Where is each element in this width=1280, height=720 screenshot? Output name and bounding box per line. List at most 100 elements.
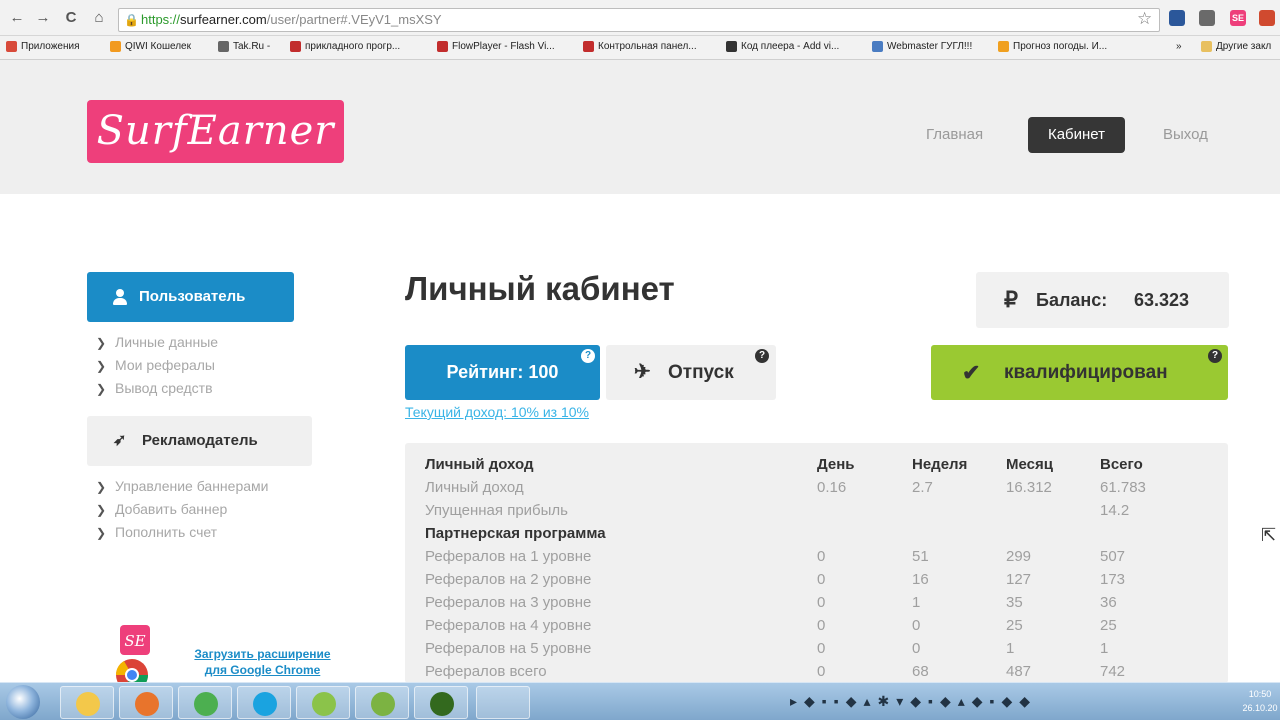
nav-logout-link[interactable]: Выход	[1163, 126, 1208, 143]
clock-date: 26.10.20	[1242, 703, 1278, 713]
help-icon[interactable]: ?	[755, 349, 769, 363]
app-icon	[492, 692, 516, 716]
advertiser-menu-button[interactable]: ➶ Рекламодатель	[87, 416, 312, 466]
rating-button[interactable]: Рейтинг: 100 ?	[405, 345, 600, 400]
other-bookmarks[interactable]: Другие закл	[1201, 41, 1271, 52]
bookmark-flowplayer[interactable]: FlowPlayer - Flash Vi...	[437, 41, 555, 52]
play-icon	[726, 41, 737, 52]
table-row: Рефералов на 5 уровне 0 0 1 1	[425, 640, 1109, 657]
user-menu-button[interactable]: Пользователь	[87, 272, 294, 322]
home-icon[interactable]: ⌂	[90, 9, 108, 27]
extension-icon[interactable]	[1169, 10, 1185, 26]
site-logo[interactable]: SurfEarner	[87, 100, 344, 163]
taskbar-app-chrome[interactable]	[237, 686, 291, 719]
current-income-link[interactable]: Текущий доход: 10% из 10%	[405, 404, 589, 420]
taskbar-app-media[interactable]	[178, 686, 232, 719]
balance-box: ₽ Баланс: 63.323	[976, 272, 1229, 328]
bookmark-apps[interactable]: Приложения	[6, 41, 80, 52]
lock-icon: 🔒	[124, 13, 139, 27]
chevron-right-icon: ❯	[96, 336, 107, 350]
chevron-right-icon: ❯	[96, 480, 107, 494]
url-path: /user/partner#.VEyV1_msXSY	[266, 12, 442, 27]
taskbar-app-skype[interactable]	[296, 686, 350, 719]
taskbar-app-7[interactable]	[476, 686, 530, 719]
chrome-icon	[253, 692, 277, 716]
bookmark-control-panel[interactable]: Контрольная панел...	[583, 41, 697, 52]
qualified-status-button[interactable]: ✔ квалифицирован ?	[931, 345, 1228, 400]
mouse-cursor-icon: ⇱	[1261, 525, 1277, 545]
bookmark-applied[interactable]: прикладного прогр...	[290, 41, 400, 52]
balance-value: 63.323	[1134, 290, 1190, 310]
rocket-icon: ➶	[113, 432, 127, 449]
skype-icon	[312, 692, 336, 716]
ruble-icon: ₽	[1004, 287, 1018, 312]
help-icon[interactable]: ?	[1208, 349, 1222, 363]
app-icon	[371, 692, 395, 716]
bookmark-webmaster[interactable]: Webmaster ГУГЛ!!!	[872, 41, 972, 52]
table-section-heading: Партнерская программа	[425, 525, 606, 542]
reload-icon[interactable]: C	[62, 9, 80, 27]
chevron-right-icon: ❯	[96, 382, 107, 396]
app-icon	[430, 692, 454, 716]
back-icon[interactable]: ←	[8, 9, 26, 27]
surfearner-extension-icon[interactable]: SE	[1230, 10, 1246, 26]
chrome-extension-icon[interactable]: SE	[110, 625, 168, 685]
sidebar-link-my-referrals[interactable]: ❯ Мои рефералы	[96, 357, 215, 373]
table-row: Рефералов на 2 уровне 0 16 127 173	[425, 571, 1126, 588]
bookmarks-bar: Приложения QIWI Кошелек Tak.Ru - приклад…	[0, 36, 1280, 60]
vacation-button[interactable]: ✈ Отпуск ?	[606, 345, 776, 400]
taskbar-app-6[interactable]	[414, 686, 468, 719]
address-bar[interactable]: 🔒 https://surfearner.com/user/partner#.VE…	[118, 8, 1160, 32]
bookmark-star-icon[interactable]: ☆	[1137, 9, 1152, 29]
bookmarks-more-icon[interactable]: »	[1176, 41, 1182, 52]
url-host: surfearner.com	[180, 12, 267, 27]
extension-icon[interactable]	[1199, 10, 1215, 26]
chrome-extension-link[interactable]: Загрузить расширение для Google Chrome	[180, 646, 345, 678]
balance-label: Баланс:	[1036, 290, 1108, 310]
adobe-icon	[290, 41, 301, 52]
clock-time: 10:50	[1248, 689, 1272, 699]
sidebar-link-add-banner[interactable]: ❯ Добавить баннер	[96, 501, 227, 517]
nav-home-link[interactable]: Главная	[926, 126, 983, 143]
chevron-right-icon: ❯	[96, 359, 107, 373]
checkmark-icon: ✔	[962, 360, 981, 385]
start-button[interactable]	[6, 685, 40, 719]
clock[interactable]: 10:50 26.10.20	[1240, 687, 1280, 715]
sidebar-link-withdraw[interactable]: ❯ Вывод средств	[96, 380, 213, 396]
forward-icon[interactable]: →	[34, 9, 52, 27]
weather-icon	[998, 41, 1009, 52]
folder-icon	[135, 692, 159, 716]
sidebar-link-manage-banners[interactable]: ❯ Управление баннерами	[96, 478, 268, 494]
taskbar-app-ie[interactable]	[60, 686, 114, 719]
table-row: Рефералов всего 0 68 487 742	[425, 663, 1126, 680]
bookmark-player-code[interactable]: Код плеера - Add vi...	[726, 41, 839, 52]
opera-icon	[583, 41, 594, 52]
help-icon[interactable]: ?	[581, 349, 595, 363]
taskbar-app-5[interactable]	[355, 686, 409, 719]
webmaster-icon	[872, 41, 883, 52]
bookmark-qiwi[interactable]: QIWI Кошелек	[110, 41, 191, 52]
user-icon	[113, 289, 127, 305]
taskbar-app-explorer[interactable]	[119, 686, 173, 719]
table-row: Рефералов на 1 уровне 0 51 299 507	[425, 548, 1126, 565]
sidebar-link-top-up[interactable]: ❯ Пополнить счет	[96, 524, 217, 540]
qiwi-icon	[110, 41, 121, 52]
chevron-right-icon: ❯	[96, 526, 107, 540]
income-table: Личный доход День Неделя Месяц Всего Лич…	[405, 443, 1228, 683]
opera-icon	[437, 41, 448, 52]
folder-icon	[1201, 41, 1212, 52]
table-row: Рефералов на 3 уровне 0 1 35 36	[425, 594, 1117, 611]
table-row: Личный доход 0.16 2.7 16.312 61.783	[425, 479, 1146, 496]
bookmark-weather[interactable]: Прогноз погоды. И...	[998, 41, 1107, 52]
nav-cabinet-link[interactable]: Кабинет	[1028, 117, 1125, 153]
system-tray-icons[interactable]: ▸◆▪▪◆▴✱▾◆▪◆▴◆▪◆◆	[790, 693, 1037, 710]
chevron-right-icon: ❯	[96, 503, 107, 517]
bookmark-tak[interactable]: Tak.Ru -	[218, 41, 270, 52]
windows-taskbar: ▸◆▪▪◆▴✱▾◆▪◆▴◆▪◆◆ 10:50 26.10.20	[0, 682, 1280, 720]
table-row: Рефералов на 4 уровне 0 0 25 25	[425, 617, 1117, 634]
sidebar-link-personal-data[interactable]: ❯ Личные данные	[96, 334, 218, 350]
apps-icon	[6, 41, 17, 52]
table-header: Личный доход День Неделя Месяц Всего	[425, 456, 1143, 473]
url-scheme: https://	[141, 12, 181, 27]
extension-icon[interactable]	[1259, 10, 1275, 26]
